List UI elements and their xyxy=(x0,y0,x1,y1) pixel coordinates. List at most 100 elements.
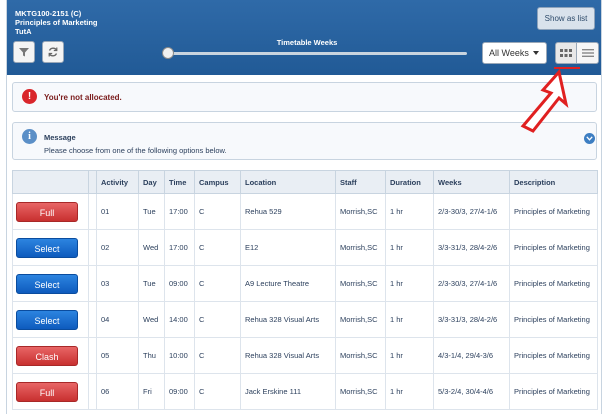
time-cell: 17:00 xyxy=(164,193,195,230)
message-body: Please choose from one of the following … xyxy=(44,146,227,155)
expand-chevron-icon[interactable] xyxy=(584,133,595,144)
action-cell: Select xyxy=(12,301,89,338)
col-header-time: Time xyxy=(164,170,195,194)
description-cell: Principles of Marketing xyxy=(509,193,598,230)
staff-cell: Morrish,SC xyxy=(335,193,386,230)
spacer-cell xyxy=(88,373,97,410)
campus-cell: C xyxy=(194,373,241,410)
alert-text: You're not allocated. xyxy=(44,93,122,102)
table-row: Full 06 Fri 09:00 C Jack Erskine 111 Mor… xyxy=(12,373,598,410)
grid-icon xyxy=(560,49,572,57)
spacer-cell xyxy=(88,301,97,338)
full-button[interactable]: Full xyxy=(16,201,78,222)
activity-cell: 01 xyxy=(96,193,139,230)
location-cell: A9 Lecture Theatre xyxy=(240,265,336,302)
activity-cell: 04 xyxy=(96,301,139,338)
weeks-cell: 3/3-31/3, 28/4-2/6 xyxy=(433,229,510,266)
duration-cell: 1 hr xyxy=(385,373,434,410)
duration-cell: 1 hr xyxy=(385,229,434,266)
staff-cell: Morrish,SC xyxy=(335,265,386,302)
action-cell: Select xyxy=(12,229,89,266)
alert-icon: ! xyxy=(22,89,37,104)
staff-cell: Morrish,SC xyxy=(335,229,386,266)
list-icon xyxy=(581,49,594,57)
info-icon: i xyxy=(22,129,37,144)
action-cell: Full xyxy=(12,373,89,410)
location-cell: Rehua 328 Visual Arts xyxy=(240,337,336,374)
weeks-slider-track[interactable] xyxy=(167,52,467,55)
spacer-cell xyxy=(88,265,97,302)
col-header-activity: Activity xyxy=(96,170,139,194)
day-cell: Wed xyxy=(138,229,165,266)
day-cell: Thu xyxy=(138,337,165,374)
duration-cell: 1 hr xyxy=(385,265,434,302)
weeks-cell: 2/3-30/3, 27/4-1/6 xyxy=(433,193,510,230)
action-cell: Clash xyxy=(12,337,89,374)
campus-line: TutA xyxy=(15,27,32,36)
filter-button[interactable] xyxy=(13,41,35,63)
weeks-cell: 2/3-30/3, 27/4-1/6 xyxy=(433,265,510,302)
table-row: Select 02 Wed 17:00 C E12 Morrish,SC 1 h… xyxy=(12,229,598,266)
show-as-list-button[interactable]: Show as list xyxy=(537,7,595,30)
time-cell: 17:00 xyxy=(164,229,195,266)
campus-cell: C xyxy=(194,229,241,266)
col-header-staff: Staff xyxy=(335,170,386,194)
col-header-weeks: Weeks xyxy=(433,170,510,194)
weeks-cell: 4/3-1/4, 29/4-3/6 xyxy=(433,337,510,374)
day-cell: Wed xyxy=(138,301,165,338)
select-button[interactable]: Select xyxy=(16,237,78,258)
table-row: Select 04 Wed 14:00 C Rehua 328 Visual A… xyxy=(12,301,598,338)
time-cell: 09:00 xyxy=(164,373,195,410)
chevron-down-icon xyxy=(532,51,539,55)
message-title: Message xyxy=(44,133,76,142)
campus-cell: C xyxy=(194,301,241,338)
description-cell: Principles of Marketing xyxy=(509,229,598,266)
campus-cell: C xyxy=(194,265,241,302)
grid-view-button[interactable] xyxy=(555,42,577,64)
action-cell: Select xyxy=(12,265,89,302)
clash-button[interactable]: Clash xyxy=(16,345,78,366)
select-button[interactable]: Select xyxy=(16,273,78,294)
campus-cell: C xyxy=(194,193,241,230)
filter-icon xyxy=(19,48,29,57)
activity-cell: 05 xyxy=(96,337,139,374)
col-header-duration: Duration xyxy=(385,170,434,194)
activities-table: Activity Day Time Campus Location Staff … xyxy=(12,170,598,410)
col-header-spacer xyxy=(88,170,97,194)
header-bar: MKTG100-2151 (C) Principles of Marketing… xyxy=(7,0,601,75)
weeks-cell: 3/3-31/3, 28/4-2/6 xyxy=(433,301,510,338)
staff-cell: Morrish,SC xyxy=(335,301,386,338)
col-header-day: Day xyxy=(138,170,165,194)
day-cell: Tue xyxy=(138,265,165,302)
weeks-select[interactable]: All Weeks xyxy=(482,42,547,64)
weeks-slider-handle[interactable] xyxy=(162,47,174,59)
course-name: Principles of Marketing xyxy=(15,18,98,27)
duration-cell: 1 hr xyxy=(385,301,434,338)
description-cell: Principles of Marketing xyxy=(509,301,598,338)
description-cell: Principles of Marketing xyxy=(509,265,598,302)
time-cell: 14:00 xyxy=(164,301,195,338)
timetable-frame: MKTG100-2151 (C) Principles of Marketing… xyxy=(6,0,602,414)
not-allocated-alert: ! You're not allocated. xyxy=(12,82,597,112)
weeks-select-value: All Weeks xyxy=(489,48,529,58)
activity-cell: 06 xyxy=(96,373,139,410)
refresh-icon xyxy=(48,47,58,57)
select-button[interactable]: Select xyxy=(16,309,78,330)
description-cell: Principles of Marketing xyxy=(509,373,598,410)
full-button[interactable]: Full xyxy=(16,381,78,402)
table-header-row: Activity Day Time Campus Location Staff … xyxy=(12,170,598,194)
refresh-button[interactable] xyxy=(42,41,64,63)
description-cell: Principles of Marketing xyxy=(509,337,598,374)
location-cell: Rehua 328 Visual Arts xyxy=(240,301,336,338)
location-cell: Jack Erskine 111 xyxy=(240,373,336,410)
list-view-button[interactable] xyxy=(577,42,599,64)
table-row: Clash 05 Thu 10:00 C Rehua 328 Visual Ar… xyxy=(12,337,598,374)
message-panel: i Message Please choose from one of the … xyxy=(12,122,597,160)
staff-cell: Morrish,SC xyxy=(335,373,386,410)
time-cell: 10:00 xyxy=(164,337,195,374)
campus-cell: C xyxy=(194,337,241,374)
annotation-arrow-icon xyxy=(520,68,569,133)
activity-cell: 02 xyxy=(96,229,139,266)
weeks-cell: 5/3-2/4, 30/4-4/6 xyxy=(433,373,510,410)
action-cell: Full xyxy=(12,193,89,230)
